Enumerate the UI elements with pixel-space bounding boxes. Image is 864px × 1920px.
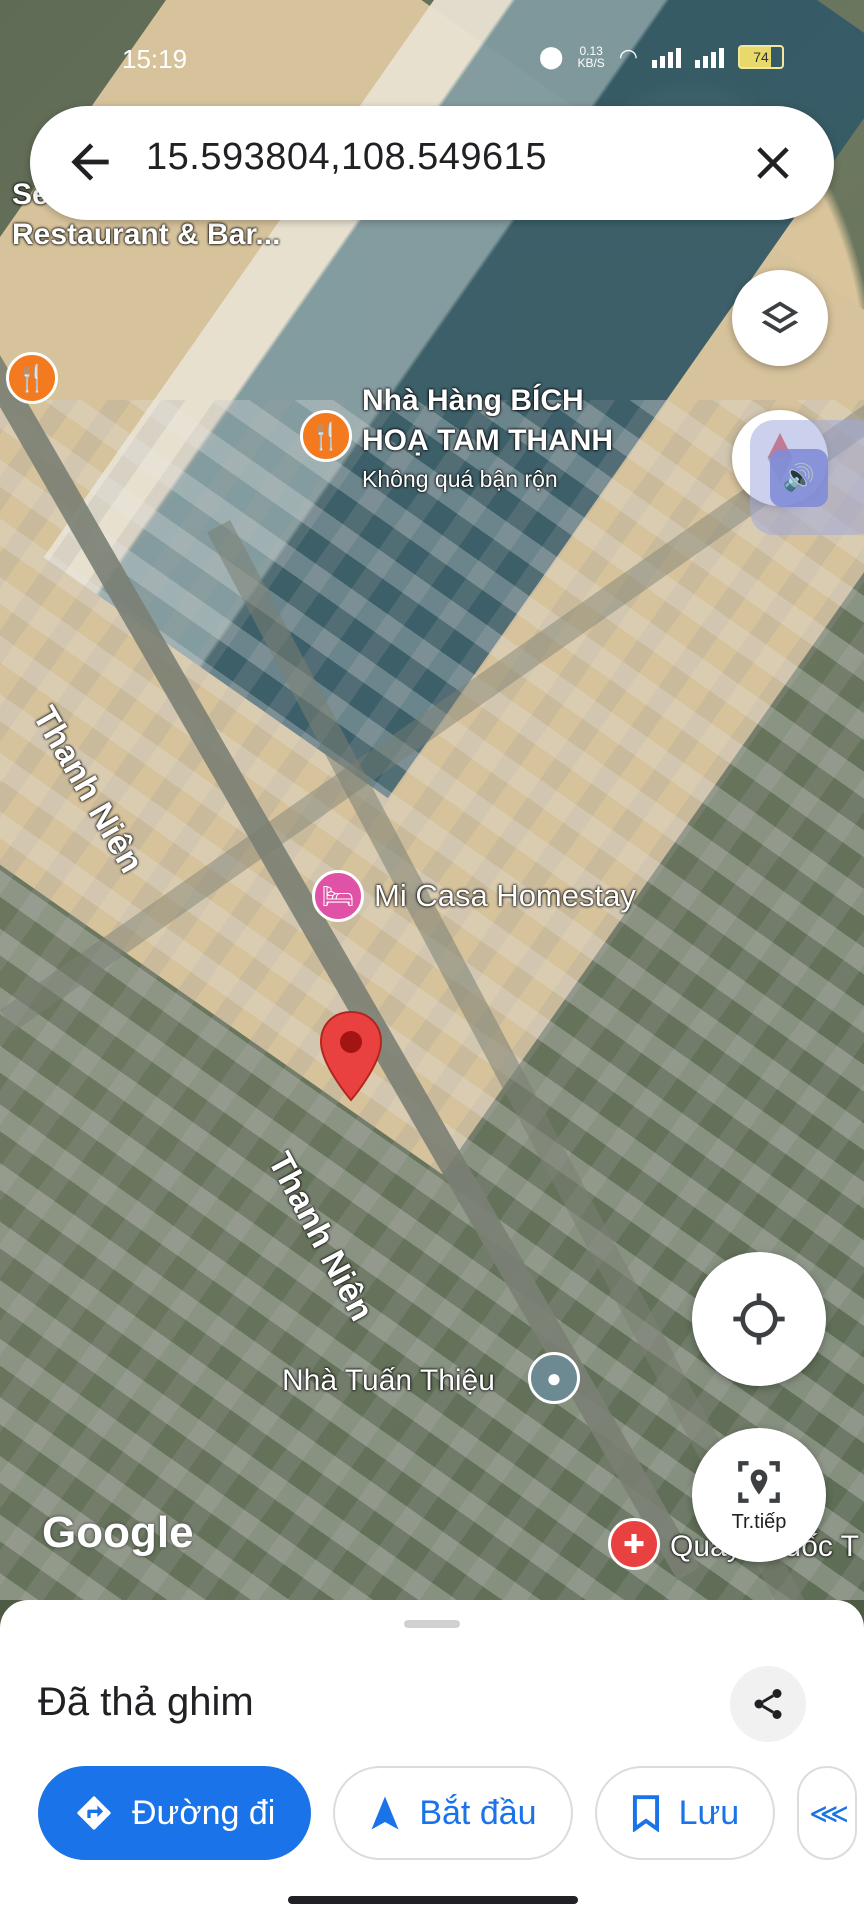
wifi-icon: ◠ (618, 44, 638, 69)
hotel-icon[interactable]: 🛏 (312, 870, 364, 922)
poi-busy-status: Không quá bận rộn (362, 466, 558, 492)
my-location-button[interactable] (692, 1252, 826, 1386)
pharmacy-icon[interactable]: ✚ (608, 1518, 660, 1570)
back-arrow-icon[interactable] (62, 134, 118, 190)
live-view-button[interactable]: Tr.tiếp (692, 1428, 826, 1562)
poi-label-restaurant-bar[interactable]: Restaurant & Bar... (12, 218, 280, 252)
share-icon (754, 1689, 782, 1719)
status-bar: 15:19 ⬤ 0.13 KB/S ◠ 74 (0, 40, 864, 80)
google-attribution: Google (42, 1508, 194, 1557)
battery-icon: 74 (738, 45, 784, 69)
bottom-sheet[interactable]: Đã thả ghim Đường đi Bắt đầu Lưu ⋘ (0, 1600, 864, 1920)
drag-handle[interactable] (404, 1620, 460, 1628)
directions-button[interactable]: Đường đi (38, 1766, 312, 1860)
volume-overlay[interactable]: 🔊 (750, 420, 864, 535)
status-icons: ⬤ 0.13 KB/S ◠ 74 (539, 44, 784, 70)
live-view-label: Tr.tiếp (731, 1510, 787, 1533)
signal-icon (652, 46, 681, 68)
save-button[interactable]: Lưu (594, 1766, 776, 1860)
search-query-text[interactable]: 15.593804,108.549615 (146, 136, 547, 179)
dropped-pin-icon[interactable] (318, 1010, 384, 1102)
poi-label-bich-hoa-2[interactable]: HOẠ TAM THANH (362, 424, 613, 458)
start-button[interactable]: Bắt đầu (333, 1766, 573, 1860)
directions-icon (77, 1796, 111, 1830)
layers-button[interactable] (732, 270, 828, 366)
sheet-title: Đã thả ghim (38, 1680, 254, 1724)
more-actions-chip[interactable]: ⋘ (797, 1766, 858, 1860)
speaker-icon[interactable]: 🔊 (770, 448, 828, 507)
search-bar[interactable]: 15.593804,108.549615 (30, 106, 834, 220)
home-indicator[interactable] (288, 1896, 578, 1904)
status-time: 15:19 (122, 44, 188, 74)
signal-icon (695, 46, 724, 68)
net-speed: 0.13 KB/S (577, 44, 605, 70)
close-icon[interactable] (746, 136, 800, 190)
location-icon: ⬤ (538, 44, 564, 69)
poi-label-homestay[interactable]: Mi Casa Homestay (374, 878, 636, 914)
restaurant-icon[interactable]: 🍴 (6, 352, 58, 404)
crosshair-icon (733, 1293, 785, 1345)
layers-icon (761, 301, 799, 334)
poi-label-bich-hoa-1[interactable]: Nhà Hàng BÍCH (362, 384, 584, 418)
share-button[interactable] (730, 1666, 806, 1742)
share-icon: ⋘ (809, 1797, 849, 1829)
navigation-arrow-icon (371, 1796, 399, 1830)
restaurant-icon[interactable]: 🍴 (300, 410, 352, 462)
action-chips: Đường đi Bắt đầu Lưu ⋘ (38, 1766, 858, 1860)
place-icon[interactable]: ● (528, 1352, 580, 1404)
poi-label-tuan-thieu[interactable]: Nhà Tuấn Thiệu (282, 1364, 495, 1398)
bookmark-icon (632, 1795, 659, 1832)
live-view-icon (738, 1460, 780, 1503)
